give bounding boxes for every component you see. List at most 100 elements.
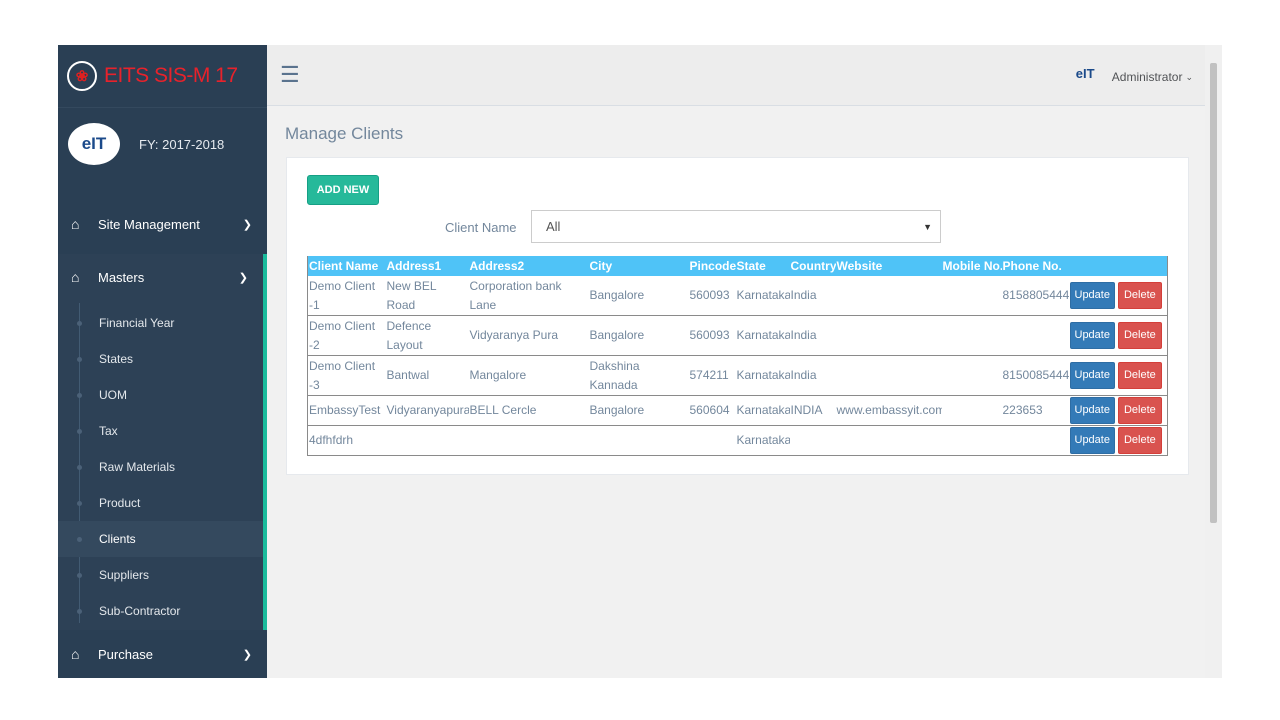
table-cell: 574211 [688, 355, 736, 396]
brand-title: EITS SIS-M 17 [104, 64, 238, 87]
brand[interactable]: ❀ EITS SIS-M 17 [58, 45, 267, 108]
table-cell [835, 315, 942, 356]
clients-table: Client Name Address1 Address2 City Pinco… [307, 256, 1168, 456]
table-cell [835, 425, 942, 456]
table-cell: Karnataka [735, 315, 790, 356]
sidebar-item-suppliers[interactable]: Suppliers [58, 557, 263, 593]
financial-year: FY: 2017-2018 [139, 136, 225, 152]
client-name-label: Client Name [445, 220, 517, 235]
table-cell [941, 425, 1002, 456]
top-nav: ☰ eIT Administrator ⌄ [267, 45, 1205, 106]
table-row: Demo Client -2 Defence Layout Vidyaranya P… [307, 315, 1168, 356]
column-header[interactable]: Client Name [307, 256, 386, 276]
update-button[interactable]: Update [1069, 322, 1115, 349]
sidebar-item-label: Financial Year [99, 316, 175, 330]
update-button[interactable]: Update [1069, 282, 1115, 309]
select-value: All [546, 219, 561, 234]
nav-label: Site Management [98, 216, 200, 232]
delete-button[interactable]: Delete [1117, 397, 1162, 424]
sidebar-item-label: Suppliers [99, 568, 150, 582]
nav-label: Purchase [98, 646, 153, 662]
table-cell: 8150085444 [1001, 355, 1069, 396]
table-cell: Karnataka [735, 355, 790, 396]
row-actions: Update Delete [1068, 276, 1168, 316]
row-actions: Update Delete [1068, 395, 1168, 426]
column-header[interactable]: Mobile No. [941, 256, 1002, 276]
row-actions: Update Delete [1068, 315, 1168, 356]
bullet-icon [77, 464, 82, 470]
table-row: Demo Client -1 New BEL Road Corporation ba… [307, 276, 1168, 316]
column-header[interactable]: Country [789, 256, 836, 276]
page-scrollbar[interactable] [1205, 45, 1222, 678]
table-row: Demo Client -3 Bantwal Mangalore Dakshina K… [307, 355, 1168, 396]
sidebar-item-label: Clients [99, 532, 136, 546]
sidebar-item-label: Product [99, 496, 141, 510]
sidebar-item-states[interactable]: States [58, 341, 263, 377]
scrollbar-thumb[interactable] [1210, 63, 1217, 523]
sidebar-item-tax[interactable]: Tax [58, 413, 263, 449]
home-icon: ⌂ [71, 646, 80, 662]
column-header[interactable]: Pincode [688, 256, 736, 276]
user-name: Administrator [1111, 70, 1183, 84]
sidebar-item-uom[interactable]: UOM [58, 377, 263, 413]
table-cell [789, 425, 836, 456]
table-cell [941, 355, 1002, 396]
table-cell: Mangalore [468, 355, 589, 396]
table-cell: Corporation bank Lane [468, 276, 589, 316]
page-title: Manage Clients [285, 124, 404, 143]
column-header[interactable]: Address1 [385, 256, 469, 276]
bullet-icon [77, 608, 82, 614]
table-cell: Defence Layout [385, 315, 469, 356]
menu-toggle-icon[interactable]: ☰ [280, 64, 301, 86]
client-name-select[interactable]: All ▼ [531, 210, 941, 243]
table-cell: INDIA [789, 395, 836, 426]
table-cell [468, 425, 589, 456]
column-header[interactable]: State [735, 256, 790, 276]
chevron-down-icon: ❯ [242, 218, 252, 231]
sidebar-item-label: Sub-Contractor [99, 604, 181, 618]
sidebar-item-clients[interactable]: Clients [58, 521, 263, 557]
nav-masters[interactable]: ⌂ Masters ❯ [58, 259, 267, 295]
table-row: EmbassyTest Vidyaranyapura BELL Cercle Bang… [307, 395, 1168, 426]
table-cell: Bantwal [385, 355, 469, 396]
column-header[interactable]: Address2 [468, 256, 589, 276]
table-row: 4dfhfdrh Karnataka Update Delete [307, 425, 1168, 456]
bullet-icon [77, 536, 82, 542]
add-new-button[interactable]: ADD NEW [307, 175, 379, 205]
row-actions: Update Delete [1068, 355, 1168, 396]
table-cell: BELL Cercle [468, 395, 589, 426]
table-cell [941, 315, 1002, 356]
column-header[interactable]: Website [835, 256, 942, 276]
bullet-icon [77, 320, 82, 326]
delete-button[interactable]: Delete [1117, 282, 1162, 309]
chevron-down-icon: ❯ [238, 271, 248, 284]
table-cell: EmbassyTest [307, 395, 386, 426]
sidebar-item-sub-contractor[interactable]: Sub-Contractor [58, 593, 263, 629]
table-cell: Bangalore [588, 276, 689, 316]
row-actions: Update Delete [1068, 425, 1168, 456]
update-button[interactable]: Update [1069, 397, 1115, 424]
update-button[interactable]: Update [1069, 362, 1115, 389]
table-cell: Karnataka [735, 425, 790, 456]
update-button[interactable]: Update [1069, 427, 1115, 454]
sidebar-item-label: Tax [99, 424, 118, 438]
sidebar-item-product[interactable]: Product [58, 485, 263, 521]
user-menu[interactable]: eIT Administrator ⌄ [1076, 66, 1193, 88]
sidebar-item-financial-year[interactable]: Financial Year [58, 305, 263, 341]
delete-button[interactable]: Delete [1117, 427, 1162, 454]
nav-purchase[interactable]: ⌂ Purchase ❯ [58, 636, 267, 672]
profile: eIT FY: 2017-2018 [68, 123, 224, 165]
table-cell: Karnataka [735, 276, 790, 316]
table-cell [1001, 425, 1069, 456]
bullet-icon [77, 572, 82, 578]
nav-site-management[interactable]: ⌂ Site Management ❯ [58, 206, 267, 242]
delete-button[interactable]: Delete [1117, 362, 1162, 389]
chevron-down-icon: ⌄ [1185, 71, 1193, 82]
table-cell: 560604 [688, 395, 736, 426]
column-header[interactable]: Phone No. [1001, 256, 1069, 276]
sidebar-item-raw-materials[interactable]: Raw Materials [58, 449, 263, 485]
delete-button[interactable]: Delete [1117, 322, 1162, 349]
table-cell: Karnataka [735, 395, 790, 426]
column-header[interactable]: City [588, 256, 689, 276]
sidebar: ❀ EITS SIS-M 17 eIT FY: 2017-2018 ⌂ Site… [58, 45, 267, 678]
